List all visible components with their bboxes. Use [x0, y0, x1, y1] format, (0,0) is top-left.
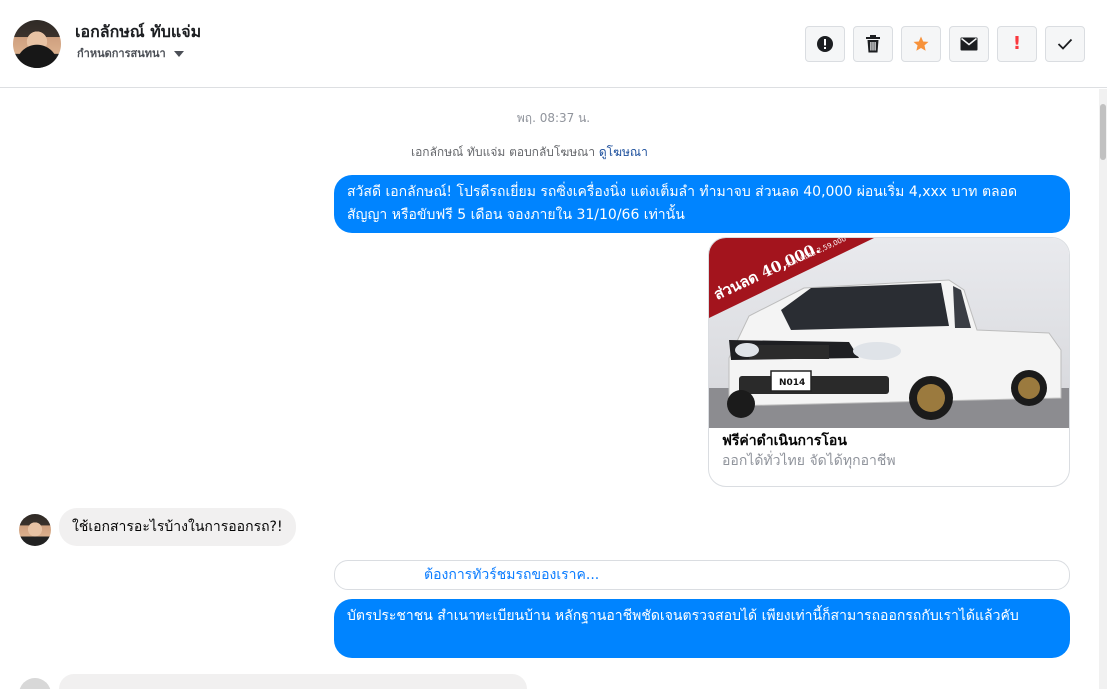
message-timestamp: พฤ. 08:37 น.: [516, 111, 591, 125]
scrollbar-thumb[interactable]: [1100, 104, 1106, 160]
envelope-icon: [960, 37, 978, 51]
scrollbar[interactable]: [1099, 89, 1107, 689]
message-thread: พฤ. 08:37 น. เอกลักษณ์ ทับแจ่ม ตอบกลับโฆ…: [0, 89, 1107, 689]
header-actions: !: [805, 26, 1085, 62]
contact-avatar[interactable]: [13, 20, 61, 68]
view-ad-link[interactable]: ดูโฆษณา: [599, 145, 648, 159]
alert-circle-icon: [817, 36, 833, 52]
star-button[interactable]: [901, 26, 941, 62]
info-button[interactable]: [805, 26, 845, 62]
quick-reply-button[interactable]: ต้องการทัวร์ชมรถของเราค...: [334, 560, 1070, 590]
conversation-header: เอกลักษณ์ ทับแจ่ม กำหนดการสนทนา !: [0, 0, 1107, 88]
ad-card[interactable]: ส่วนลด 40,000. ราคาพิเศษ 2,59,000 N014 ฟ…: [708, 237, 1070, 487]
incoming-message[interactable]: ใช้เอกสารอะไรบ้างในการออกรถ?!: [59, 508, 296, 546]
license-plate: N014: [779, 378, 805, 388]
check-icon: [1057, 38, 1073, 50]
ad-reply-note: เอกลักษณ์ ทับแจ่ม ตอบกลับโฆษณา ดูโฆษณา: [411, 143, 648, 162]
spam-button[interactable]: !: [997, 26, 1037, 62]
star-icon: [913, 36, 929, 51]
car-ad-image: ส่วนลด 40,000. ราคาพิเศษ 2,59,000 N014: [709, 238, 1069, 428]
outgoing-message[interactable]: บัตรประชาชน สำเนาทะเบียนบ้าน หลักฐานอาชี…: [334, 599, 1070, 658]
mail-button[interactable]: [949, 26, 989, 62]
exclamation-icon: !: [1012, 33, 1022, 54]
conversation-settings-label: กำหนดการสนทนา: [77, 47, 166, 60]
conversation-settings-dropdown[interactable]: กำหนดการสนทนา: [77, 44, 184, 62]
delete-button[interactable]: [853, 26, 893, 62]
outgoing-message[interactable]: สวัสดี เอกลักษณ์! โปรดีรถเยี่ยม รถซิ่งเค…: [334, 175, 1070, 233]
ad-reply-text: เอกลักษณ์ ทับแจ่ม ตอบกลับโฆษณา: [411, 145, 599, 159]
incoming-message-partial: [59, 674, 527, 689]
caret-down-icon: [173, 51, 184, 57]
ad-card-title: ฟรีค่าดำเนินการโอน: [722, 433, 847, 449]
user-avatar[interactable]: [19, 514, 51, 546]
ad-card-subtitle: ออกได้ทั่วไทย จัดได้ทุกอาชีพ: [722, 453, 896, 469]
contact-name[interactable]: เอกลักษณ์ ทับแจ่ม: [75, 20, 201, 45]
mark-done-button[interactable]: [1045, 26, 1085, 62]
user-avatar: [19, 678, 51, 689]
trash-icon: [866, 35, 880, 53]
